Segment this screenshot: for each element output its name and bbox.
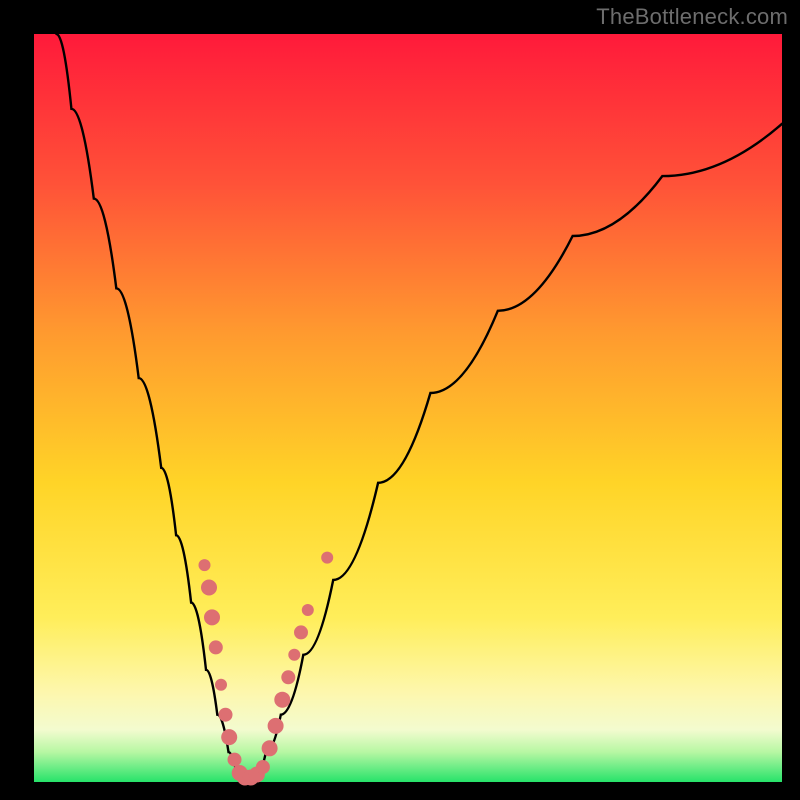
highlight-dot: [219, 708, 233, 722]
chart-frame: TheBottleneck.com: [0, 0, 800, 800]
highlight-dot: [302, 604, 314, 616]
highlight-dots: [199, 552, 334, 786]
highlight-dot: [256, 760, 270, 774]
highlight-dot: [204, 609, 220, 625]
highlight-dot: [281, 670, 295, 684]
highlight-dot: [294, 625, 308, 639]
highlight-dot: [228, 753, 242, 767]
highlight-dot: [262, 740, 278, 756]
highlight-dot: [201, 580, 217, 596]
plot-area: [34, 34, 782, 782]
chart-svg: [34, 34, 782, 782]
bottleneck-curve: [56, 34, 782, 779]
highlight-dot: [199, 559, 211, 571]
highlight-dot: [268, 718, 284, 734]
highlight-dot: [215, 679, 227, 691]
highlight-dot: [221, 729, 237, 745]
highlight-dot: [321, 552, 333, 564]
highlight-dot: [274, 692, 290, 708]
highlight-dot: [209, 640, 223, 654]
highlight-dot: [288, 649, 300, 661]
watermark-text: TheBottleneck.com: [596, 4, 788, 30]
